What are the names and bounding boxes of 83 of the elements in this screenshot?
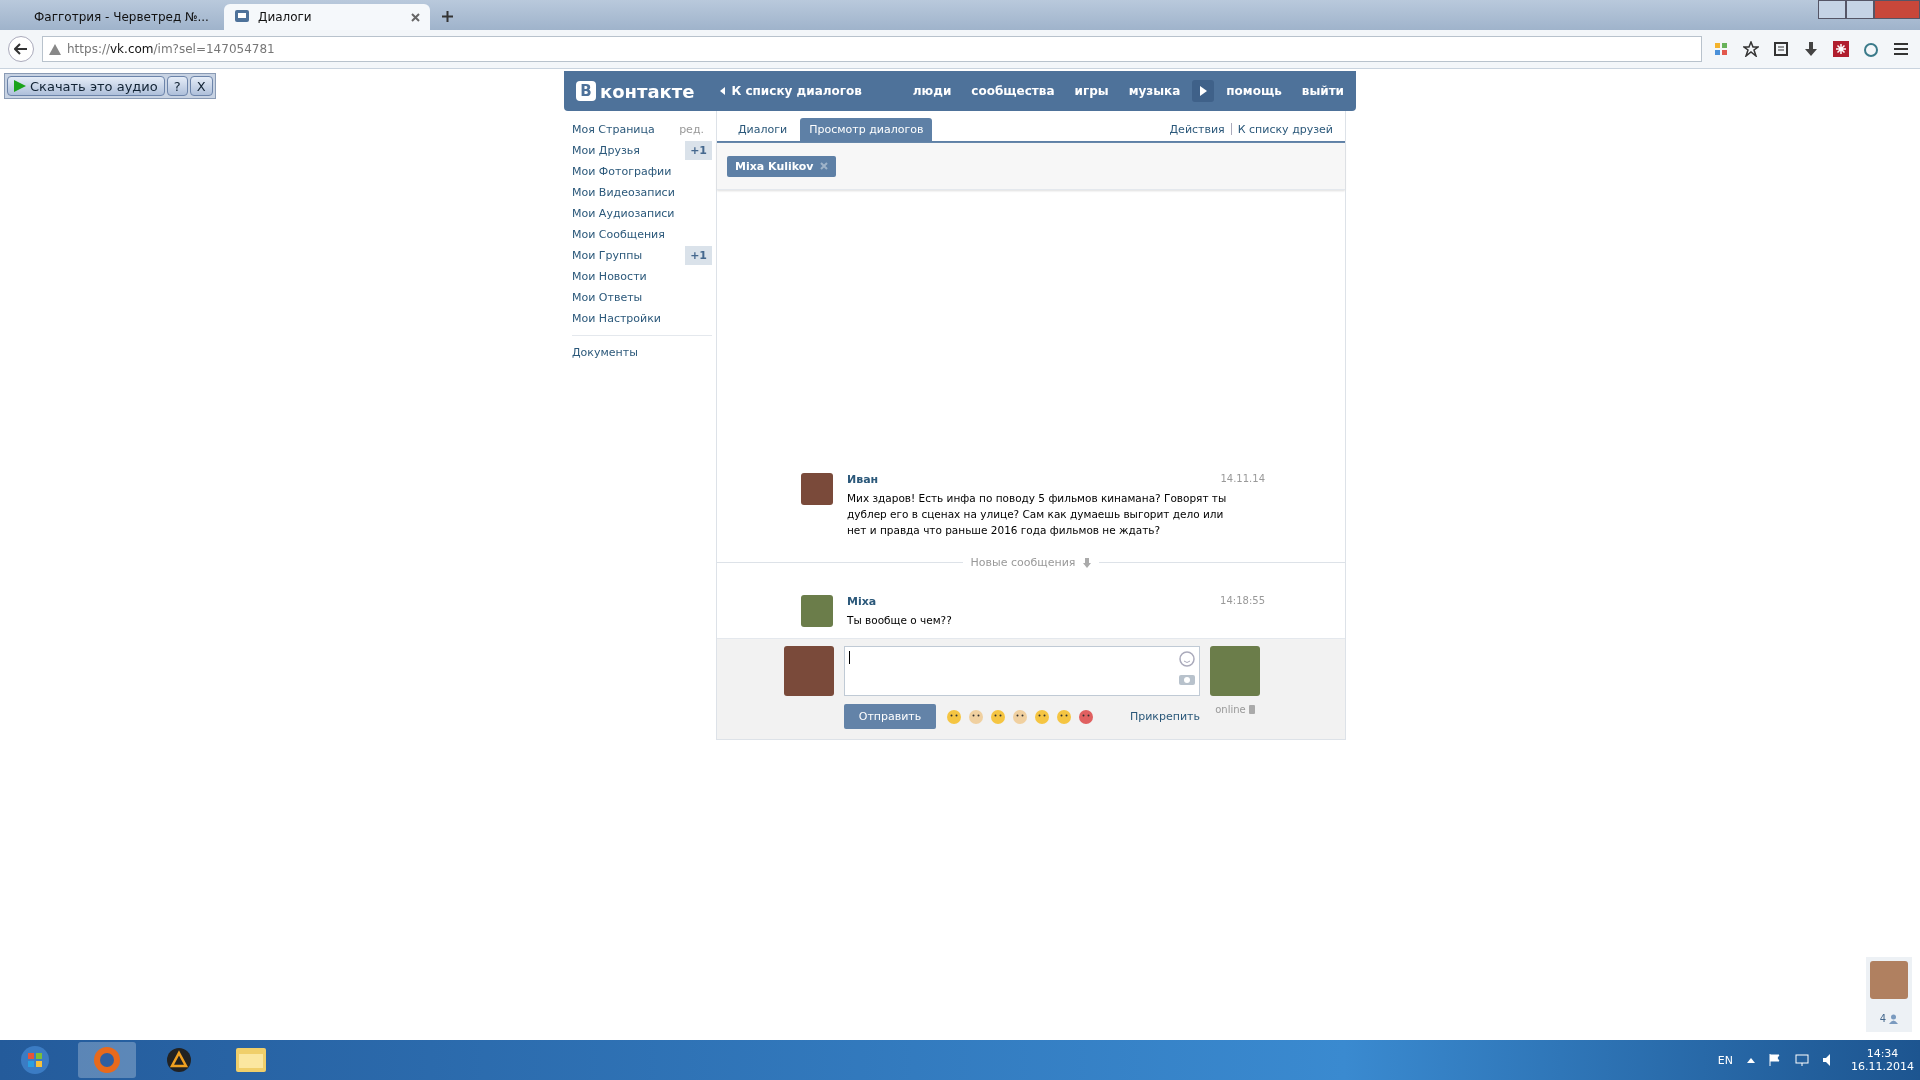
author-link[interactable]: Иван bbox=[847, 473, 879, 486]
nav-link[interactable]: выйти bbox=[1301, 84, 1344, 98]
url-text: https://vk.com/im?sel=147054781 bbox=[67, 42, 275, 56]
nav-link[interactable]: игры bbox=[1074, 84, 1109, 98]
minimize-button[interactable] bbox=[1818, 0, 1846, 19]
windows-logo-icon bbox=[20, 1045, 50, 1075]
folder-icon bbox=[236, 1048, 266, 1072]
browser-tab[interactable]: Диалоги bbox=[224, 4, 430, 30]
sidebar-link[interactable]: Мои Фотографии bbox=[572, 165, 672, 178]
sidebar-link[interactable]: Мои Видеозаписи bbox=[572, 186, 675, 199]
logo-mark[interactable]: В bbox=[576, 81, 596, 101]
flag-icon[interactable] bbox=[1769, 1054, 1781, 1066]
count-badge: +1 bbox=[685, 141, 712, 160]
asterisk-icon[interactable] bbox=[1833, 41, 1849, 57]
send-button[interactable]: Отправить bbox=[844, 704, 936, 729]
chat-bubble-icon bbox=[234, 9, 250, 25]
caret-left-icon bbox=[720, 87, 726, 95]
attach-link[interactable]: Прикрепить bbox=[1129, 710, 1200, 723]
help-button[interactable]: ? bbox=[166, 76, 188, 96]
author-link[interactable]: Mixa bbox=[847, 595, 877, 608]
emoji-icon[interactable] bbox=[1078, 708, 1094, 725]
play-icon bbox=[14, 80, 26, 92]
sidebar-link[interactable]: Мои Ответы bbox=[572, 291, 643, 304]
download-icon[interactable] bbox=[1804, 42, 1818, 56]
sidebar-link[interactable]: Мои Друзья bbox=[572, 144, 640, 157]
smiley-icon[interactable] bbox=[1179, 651, 1195, 667]
address-field[interactable]: https://vk.com/im?sel=147054781 bbox=[42, 36, 1702, 62]
emoji-icon[interactable] bbox=[946, 708, 962, 725]
clipboard-icon[interactable] bbox=[1774, 42, 1788, 56]
emoji-icon[interactable] bbox=[990, 708, 1006, 725]
nav-link[interactable]: музыка bbox=[1128, 84, 1181, 98]
friends-count: 4 bbox=[1879, 1013, 1887, 1024]
language-indicator[interactable]: EN bbox=[1717, 1053, 1733, 1067]
nav-link[interactable]: помощь bbox=[1226, 84, 1282, 98]
browser-icon bbox=[93, 1046, 121, 1074]
play-button[interactable] bbox=[1192, 80, 1215, 102]
download-audio-button[interactable]: Скачать это аудио bbox=[7, 76, 165, 96]
new-messages-label: Новые сообщения bbox=[970, 556, 1076, 569]
star-icon[interactable] bbox=[1743, 41, 1759, 57]
message-time: 14.11.14 bbox=[1220, 473, 1265, 486]
nav-link[interactable]: люди bbox=[912, 84, 952, 98]
message-time: 14:18:55 bbox=[1220, 595, 1265, 608]
sidebar-link[interactable]: Мои Аудиозаписи bbox=[572, 207, 675, 220]
action-link[interactable]: Действия bbox=[1169, 123, 1225, 136]
menu-icon[interactable] bbox=[1893, 42, 1909, 56]
message-text: Мих здаров! Есть инфа по поводу 5 фильмов кинамана? Говорят ты дублер его в сценах на улице? Сам как думаешь выгорит дело или нет и правда что раньше 2016 года фильмов не ждать? bbox=[847, 491, 1227, 538]
arrow-down-icon bbox=[1083, 557, 1092, 568]
recipient-name: Mixa Kulikov bbox=[735, 159, 814, 173]
arrow-left-icon bbox=[14, 43, 28, 55]
online-status: online bbox=[1215, 704, 1246, 715]
maximize-button[interactable] bbox=[1846, 0, 1874, 19]
emoji-icon[interactable] bbox=[968, 708, 984, 725]
network-icon[interactable] bbox=[1795, 1054, 1809, 1066]
close-icon[interactable] bbox=[411, 12, 420, 22]
tab[interactable]: Диалоги bbox=[729, 118, 797, 141]
browser-tab[interactable]: Фагготрия - Черветред №... bbox=[16, 4, 222, 30]
sidebar-link[interactable]: Мои Настройки bbox=[572, 312, 661, 325]
recipient-chip[interactable]: Mixa Kulikov bbox=[727, 155, 836, 177]
sidebar-link[interactable]: Документы bbox=[572, 346, 638, 359]
message-field[interactable] bbox=[844, 646, 1200, 696]
sidebar-link[interactable]: Мои Новости bbox=[572, 270, 647, 283]
clock[interactable]: 14:34 16.11.2014 bbox=[1851, 1047, 1914, 1073]
emoji-icon[interactable] bbox=[1012, 708, 1028, 725]
sidebar-link[interactable]: Моя Страница bbox=[572, 123, 655, 136]
sidebar-link[interactable]: Мои Сообщения bbox=[572, 228, 665, 241]
emoji-icon[interactable] bbox=[1034, 708, 1050, 725]
back-button[interactable] bbox=[8, 36, 34, 62]
close-button[interactable]: X bbox=[189, 76, 213, 96]
plus-icon[interactable] bbox=[442, 11, 453, 22]
caret-up-icon[interactable] bbox=[1747, 1057, 1755, 1063]
logo-text[interactable]: контакте bbox=[600, 80, 695, 102]
person-icon bbox=[1889, 1013, 1899, 1024]
message-text: Ты вообще о чем?? bbox=[847, 613, 953, 628]
nav-link[interactable]: сообщества bbox=[971, 84, 1055, 98]
action-link[interactable]: К списку друзей bbox=[1237, 123, 1333, 136]
warning-icon bbox=[49, 43, 61, 55]
count-badge: +1 bbox=[685, 246, 712, 265]
sidebar-link[interactable]: Мои Группы bbox=[572, 249, 643, 262]
emoji-icon[interactable] bbox=[1056, 708, 1072, 725]
play-icon bbox=[1199, 86, 1207, 96]
tab[interactable]: Просмотр диалогов bbox=[800, 118, 933, 141]
grid-icon[interactable] bbox=[1715, 43, 1727, 55]
back-link[interactable]: К списку диалогов bbox=[720, 84, 862, 98]
